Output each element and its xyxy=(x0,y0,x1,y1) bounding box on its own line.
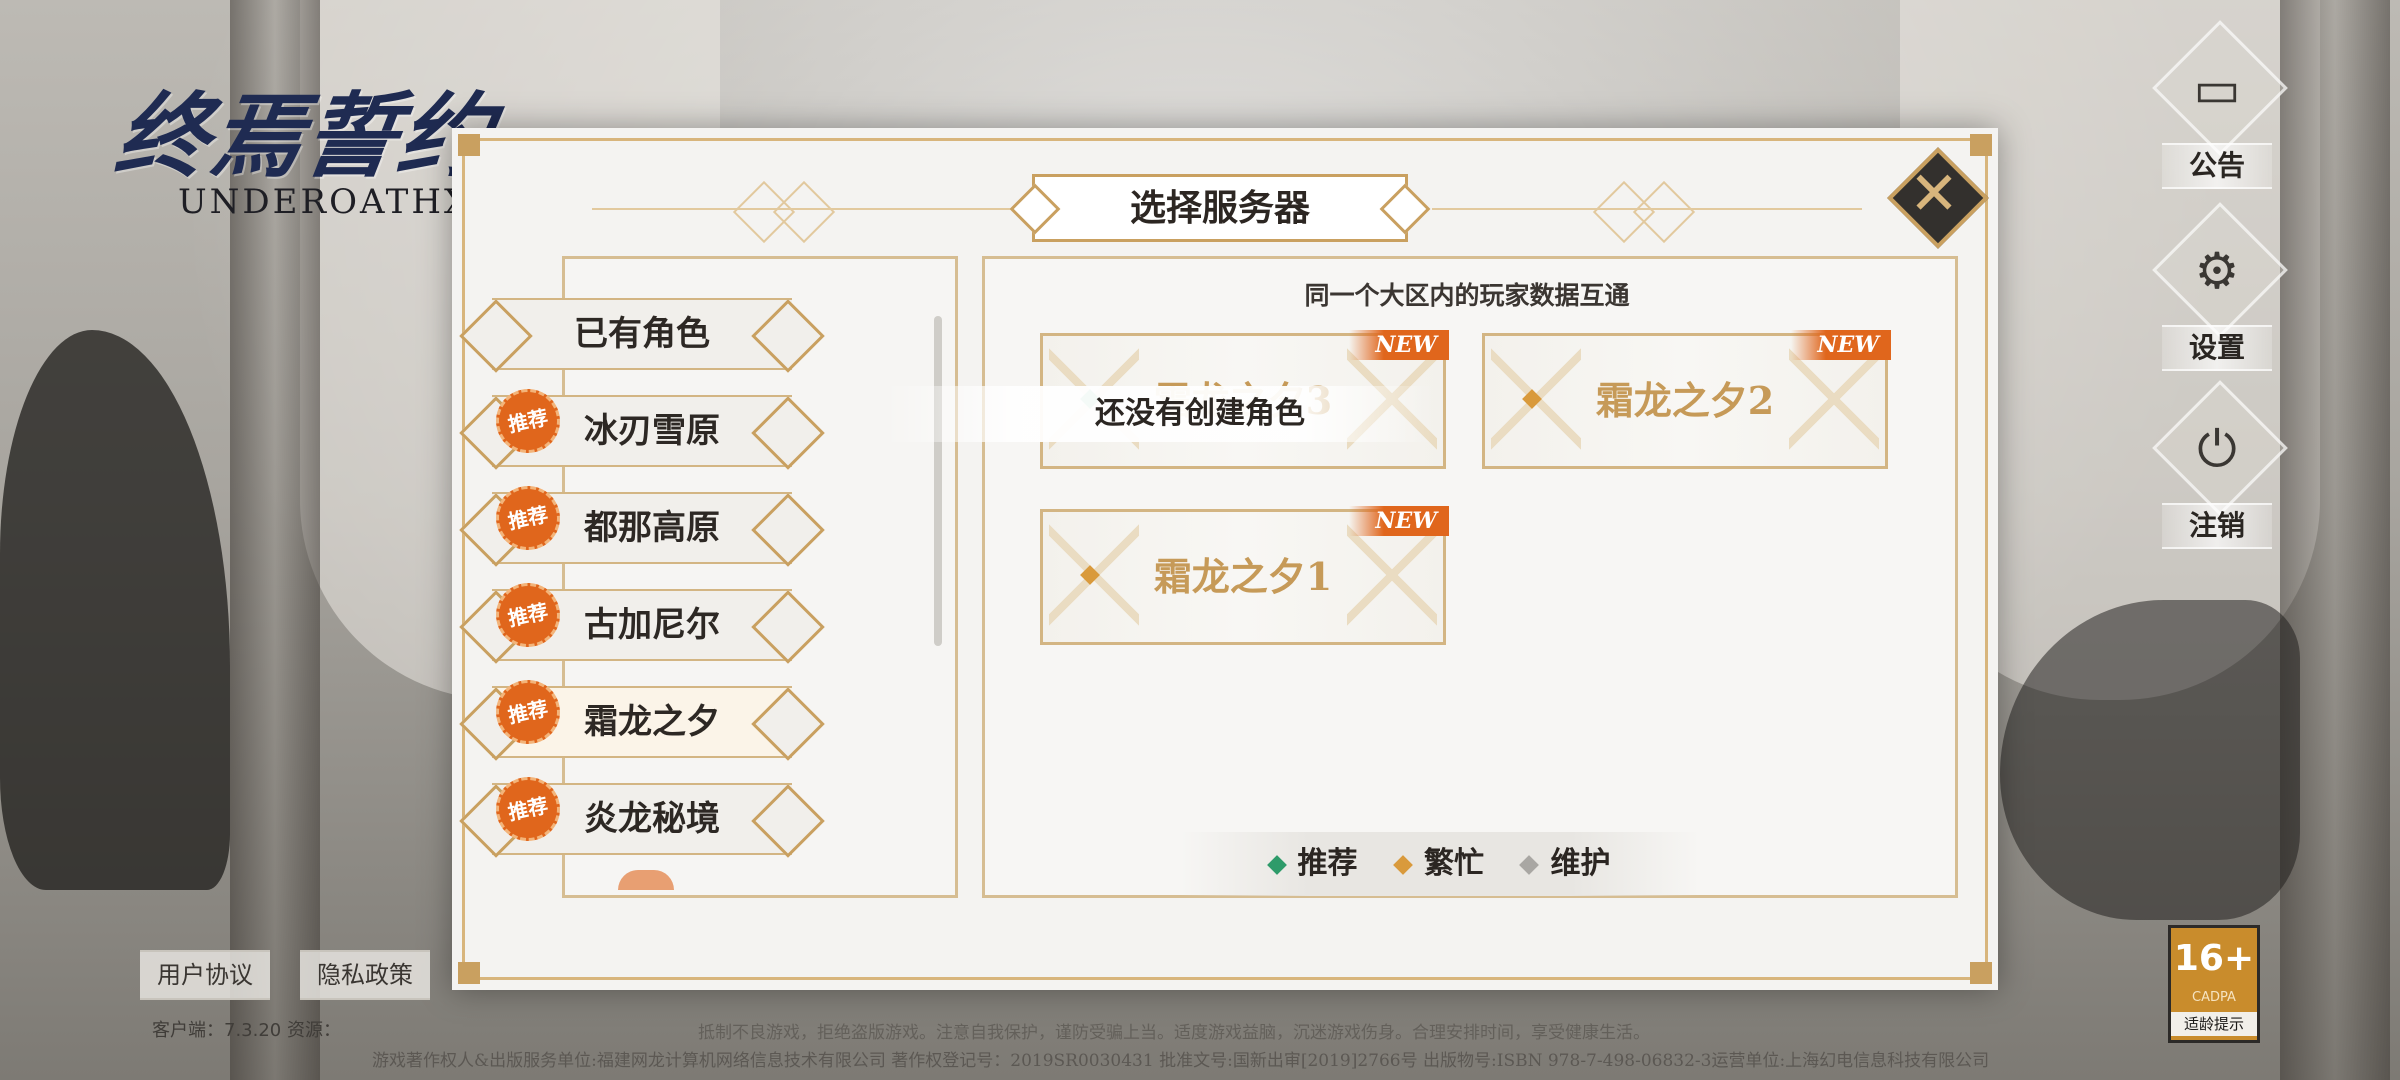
dialog-title-box: 选择服务器 xyxy=(1032,174,1408,242)
settings-label: 设置 xyxy=(2162,325,2272,371)
new-tag: NEW xyxy=(1791,330,1891,360)
copyright-notice: 游戏著作权人&出版服务单位:福建网龙计算机网络信息技术有限公司 著作权登记号：2… xyxy=(372,1051,1990,1071)
age-rating-text: 适龄提示 xyxy=(2171,1012,2257,1036)
region-list-scrollbar[interactable] xyxy=(934,316,942,646)
maintenance-diamond-icon xyxy=(1519,855,1540,875)
gear-icon: ⚙ xyxy=(2194,242,2240,300)
logout-button[interactable]: ⏻ 注销 xyxy=(2142,380,2288,550)
title-ornament-right xyxy=(1432,180,1862,244)
busy-diamond-icon xyxy=(1393,855,1413,875)
notice-label: 公告 xyxy=(2162,143,2272,189)
dialog-title: 选择服务器 xyxy=(1129,187,1310,229)
logo-title-cn: 终焉誓约 xyxy=(109,82,501,190)
logout-label: 注销 xyxy=(2162,503,2272,549)
health-notice: 抵制不良游戏，拒绝盗版游戏。注意自我保护，谨防受骗上当。适度游戏益脑，沉迷游戏伤… xyxy=(698,1023,1650,1043)
privacy-policy-link[interactable]: 隐私政策 xyxy=(300,950,430,1000)
notice-board-icon: ▭ xyxy=(2193,60,2241,118)
logo-title-en: UNDEROATHX xyxy=(178,182,472,222)
status-legend: 推荐 繁忙 维护 xyxy=(1180,832,1700,896)
title-ornament-left xyxy=(592,180,1022,244)
close-icon[interactable]: ✕ xyxy=(1902,162,1966,226)
region-item[interactable]: 推荐 古加尼尔 xyxy=(459,577,825,664)
age-rating-number: 16+ xyxy=(2173,938,2255,979)
new-tag: NEW xyxy=(1349,330,1449,360)
region-item[interactable]: 推荐 都那高原 xyxy=(459,480,825,567)
version-info: 客户端：7.3.20 资源： xyxy=(152,1020,341,1041)
legend-item-busy: 繁忙 xyxy=(1393,832,1484,896)
settings-button[interactable]: ⚙ 设置 xyxy=(2142,202,2288,372)
server-card[interactable]: 霜龙之夕2 NEW xyxy=(1482,330,1891,469)
region-caption: 同一个大区内的玩家数据互通 xyxy=(1304,281,1630,310)
region-item[interactable]: 推荐 炎龙秘境 xyxy=(459,771,825,858)
legend-item-maintenance: 维护 xyxy=(1519,832,1610,896)
toast-message: 还没有创建角色 xyxy=(885,386,1435,442)
region-item-selected[interactable]: 推荐 霜龙之夕 xyxy=(459,674,825,761)
recommended-diamond-icon xyxy=(1266,855,1287,875)
new-tag: NEW xyxy=(1349,506,1449,536)
region-item[interactable]: 推荐 冰刃雪原 xyxy=(459,383,825,470)
recommended-badge-partial xyxy=(618,870,674,890)
power-icon: ⏻ xyxy=(2197,420,2237,478)
region-item-existing-roles[interactable]: 已有角色 xyxy=(459,298,825,373)
region-item-label: 已有角色 xyxy=(574,314,710,354)
age-rating-org: CADPA xyxy=(2192,990,2236,1005)
server-card[interactable]: 霜龙之夕1 NEW xyxy=(1040,506,1449,645)
legend-item-recommended: 推荐 xyxy=(1266,832,1358,896)
notice-button[interactable]: ▭ 公告 xyxy=(2142,20,2288,190)
user-agreement-link[interactable]: 用户协议 xyxy=(140,950,270,1000)
age-rating-badge[interactable]: 16+ CADPA 适龄提示 xyxy=(2168,925,2260,1043)
background-pillar xyxy=(2280,0,2390,1080)
